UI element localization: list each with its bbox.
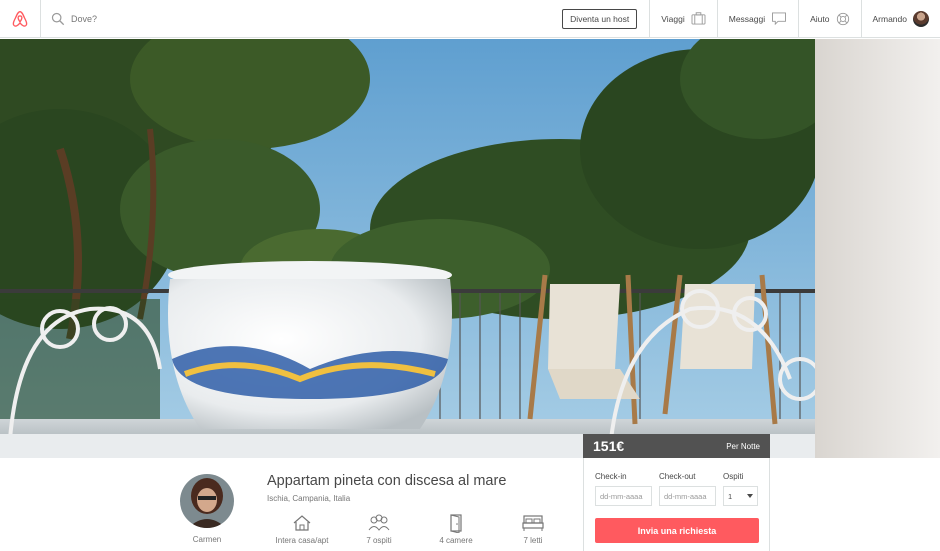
host-name: Carmen (192, 535, 222, 544)
guests-select[interactable]: 1 (723, 486, 758, 506)
listing-hero-photo[interactable] (0, 39, 940, 458)
listing-page: Dove? Diventa un host Viaggi Messaggi Ai… (0, 0, 940, 551)
chevron-down-icon (747, 494, 753, 498)
nightly-price: 151€ (593, 438, 625, 454)
door-icon (450, 514, 462, 533)
feature-room-type: Intera casa/apt (262, 513, 342, 545)
search-icon (51, 12, 65, 25)
feature-room-type-label: Intera casa/apt (275, 536, 329, 545)
guests-select-value: 1 (728, 492, 733, 501)
avatar (913, 10, 929, 27)
bed-icon (522, 515, 544, 531)
lifebuoy-icon (836, 12, 849, 25)
host-avatar[interactable] (180, 474, 234, 528)
feature-beds: 7 letti (493, 513, 573, 545)
checkin-label: Check-in (595, 472, 627, 481)
feature-beds-label: 7 letti (523, 536, 543, 545)
search-input[interactable]: Dove? (71, 14, 97, 24)
nav-user-name: Armando (872, 13, 908, 24)
checkout-input[interactable]: dd-mm-aaaa (659, 486, 716, 506)
checkin-input[interactable]: dd-mm-aaaa (595, 486, 652, 506)
house-icon (293, 515, 311, 531)
top-nav: Dove? Diventa un host Viaggi Messaggi Ai… (0, 0, 940, 38)
nav-right: Diventa un host Viaggi Messaggi Aiuto Ar… (562, 0, 940, 38)
per-night-label: Per Notte (726, 441, 760, 451)
nav-user-menu[interactable]: Armando (860, 0, 940, 38)
listing-location[interactable]: Ischia, Campania, Italia (267, 494, 350, 503)
feature-bedrooms-label: 4 camere (439, 536, 473, 545)
airbnb-logo-icon[interactable] (0, 0, 41, 38)
booking-panel: Check-in Check-out Ospiti dd-mm-aaaa dd-… (583, 458, 770, 551)
checkout-label: Check-out (659, 472, 696, 481)
guests-label: Ospiti (723, 472, 744, 481)
nav-trips[interactable]: Viaggi (649, 0, 716, 38)
message-icon (772, 12, 787, 25)
feature-bedrooms: 4 camere (416, 513, 496, 545)
request-booking-button[interactable]: Invia una richiesta (595, 518, 759, 543)
nav-messages-label: Messaggi (728, 13, 766, 24)
nav-help[interactable]: Aiuto (798, 0, 860, 38)
suitcase-icon (691, 12, 706, 25)
nav-help-label: Aiuto (810, 13, 830, 24)
nav-trips-label: Viaggi (661, 13, 685, 24)
listing-title: Appartam pineta con discesa al mare (267, 473, 507, 489)
feature-guests: 7 ospiti (339, 513, 419, 545)
price-bar: 151€ Per Notte (583, 434, 770, 458)
feature-guests-label: 7 ospiti (366, 536, 392, 545)
search-bar[interactable]: Dove? (41, 0, 341, 38)
nav-messages[interactable]: Messaggi (716, 0, 798, 38)
listing-summary: Carmen Appartam pineta con discesa al ma… (0, 458, 940, 551)
guests-icon (368, 514, 390, 531)
become-host-button[interactable]: Diventa un host (562, 8, 638, 29)
